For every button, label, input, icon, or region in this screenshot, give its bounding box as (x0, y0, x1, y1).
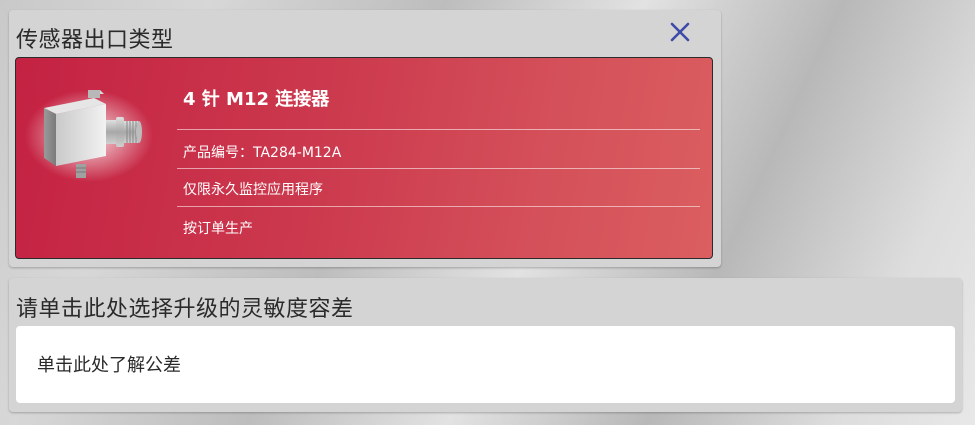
panel-title-sensor-output: 传感器出口类型 (16, 28, 174, 53)
product-card[interactable]: 4 针 M12 连接器 产品编号：TA284-M12A 仅限永久监控应用程序 按… (15, 57, 713, 259)
sensor-output-type-panel: 传感器出口类型 4 针 M12 连接器 产品编号：TA284-M12A 仅限永久… (9, 10, 721, 267)
divider (177, 129, 700, 130)
sensor-connector-image (24, 84, 154, 184)
product-production-status: 按订单生产 (183, 221, 253, 237)
tolerance-info-box[interactable]: 单击此处了解公差 (16, 326, 955, 403)
product-application-note: 仅限永久监控应用程序 (183, 182, 323, 198)
tolerance-info-link[interactable]: 单击此处了解公差 (37, 351, 181, 377)
product-name: 4 针 M12 连接器 (183, 89, 330, 110)
panel-title-sensitivity-tolerance[interactable]: 请单击此处选择升级的灵敏度容差 (16, 291, 354, 323)
divider (177, 206, 700, 207)
product-part-number: 产品编号：TA284-M12A (183, 145, 342, 161)
close-icon[interactable] (668, 20, 694, 46)
sensitivity-tolerance-panel: 请单击此处选择升级的灵敏度容差 单击此处了解公差 (9, 278, 962, 412)
divider (177, 168, 700, 169)
